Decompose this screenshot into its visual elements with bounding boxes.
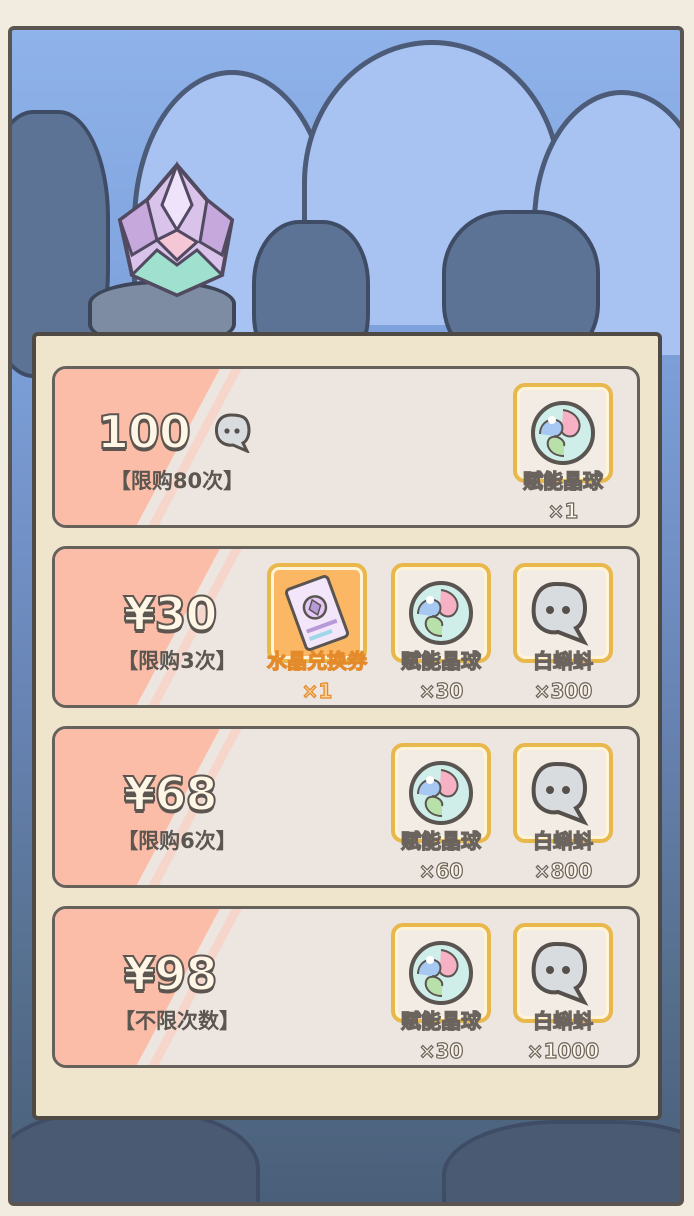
offer-price: ¥30	[122, 586, 218, 642]
reward-name: 白蝌蚪	[532, 1008, 593, 1033]
shop-panel: 100 【限购80次】 赋能晶球 ×1 ¥30 【限购3次】 水晶兑换券 ×1 …	[32, 332, 662, 1120]
empower-orb-icon	[409, 941, 473, 1005]
offer-price: ¥98	[122, 946, 218, 1002]
purchase-limit: 【不限次数】	[114, 1009, 240, 1033]
empower-orb-icon	[531, 401, 595, 465]
reward-quantity: ×300	[533, 678, 593, 703]
offer-row-4[interactable]: ¥98 【不限次数】 赋能晶球 ×30 白蝌蚪 ×1000	[52, 906, 640, 1068]
reward-name: 赋能晶球	[400, 1008, 481, 1033]
purchase-limit: 【限购6次】	[117, 829, 237, 853]
empower-orb-icon	[409, 581, 473, 645]
crystal-cluster-icon	[117, 160, 235, 298]
cave-rock	[12, 1110, 260, 1202]
offer-row-3[interactable]: ¥68 【限购6次】 赋能晶球 ×60 白蝌蚪 ×800	[52, 726, 640, 888]
cave-rock	[442, 1120, 680, 1202]
reward-quantity: ×30	[418, 1038, 464, 1063]
reward-quantity: ×1	[301, 678, 333, 703]
reward-name: 水晶兑换券	[266, 648, 367, 673]
reward-quantity: ×60	[418, 858, 464, 883]
white-tadpole-icon	[531, 761, 589, 826]
offer-price-value: 100	[96, 404, 192, 460]
white-tadpole-icon	[531, 581, 589, 646]
offer-row-2[interactable]: ¥30 【限购3次】 水晶兑换券 ×1 赋能晶球 ×30 白蝌蚪 ×300	[52, 546, 640, 708]
crystal-voucher-icon	[285, 575, 349, 651]
reward-quantity: ×30	[418, 678, 464, 703]
offer-price: ¥68	[122, 766, 218, 822]
reward-name: 赋能晶球	[522, 468, 603, 493]
purchase-limit: 【限购80次】	[109, 469, 245, 493]
white-tadpole-icon	[531, 941, 589, 1006]
reward-name: 赋能晶球	[400, 828, 481, 853]
empower-orb-icon	[409, 761, 473, 825]
white-tadpole-icon	[215, 412, 251, 453]
reward-name: 白蝌蚪	[532, 828, 593, 853]
offer-row-1[interactable]: 100 【限购80次】 赋能晶球 ×1	[52, 366, 640, 528]
reward-quantity: ×1000	[526, 1038, 600, 1063]
reward-name: 白蝌蚪	[532, 648, 593, 673]
offer-price: 100	[93, 401, 263, 460]
reward-quantity: ×1	[547, 498, 579, 523]
reward-quantity: ×800	[533, 858, 593, 883]
reward-name: 赋能晶球	[400, 648, 481, 673]
